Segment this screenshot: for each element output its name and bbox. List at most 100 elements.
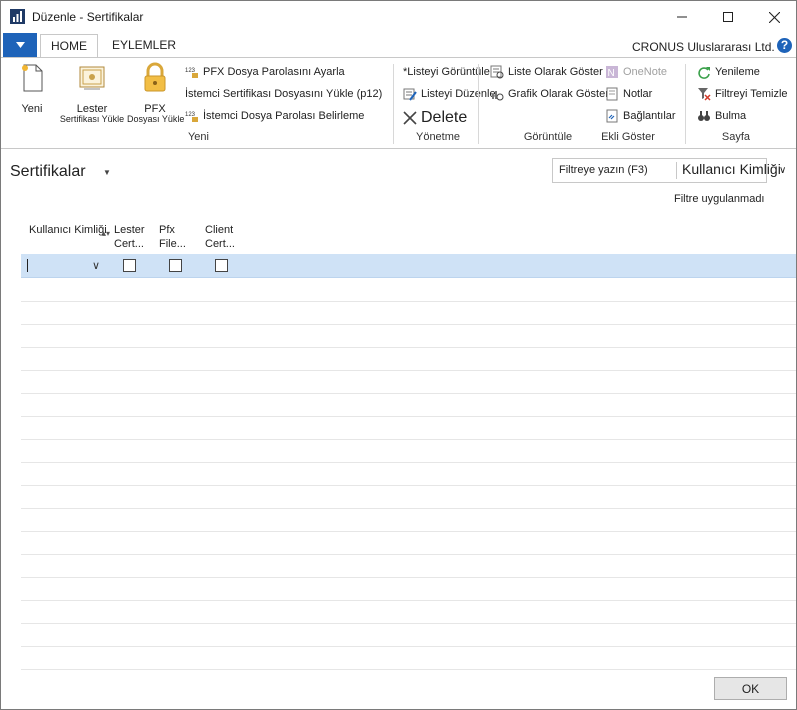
clear-filter-label: Filtreyi Temizle	[715, 88, 788, 100]
column-header-label: Client	[205, 224, 234, 236]
group-label-page: Sayfa	[721, 131, 751, 143]
empty-row	[21, 508, 796, 532]
upload-pfx-sublabel: Dosyası Yükle	[127, 114, 185, 124]
ribbon-separator	[393, 64, 394, 144]
link-icon	[606, 109, 618, 123]
notes-icon	[606, 87, 618, 101]
tab-actions[interactable]: EYLEMLER	[112, 34, 176, 57]
upload-lester-sublabel: Sertifikası Yükle	[59, 114, 125, 124]
chevron-down-icon[interactable]: ∨	[779, 165, 786, 176]
maximize-icon	[723, 12, 733, 22]
company-name[interactable]: CRONUS Uluslararası Ltd.	[632, 40, 775, 54]
empty-row	[21, 324, 796, 348]
onenote-label: OneNote	[623, 66, 668, 78]
notes-button[interactable]: Notlar	[605, 85, 652, 103]
column-header-client-cert[interactable]: Client Cert...	[205, 223, 235, 251]
pfx-file-checkbox[interactable]	[169, 259, 182, 272]
clear-filter-button[interactable]: Filtreyi Temizle	[697, 85, 788, 103]
password-icon: 123	[185, 68, 198, 78]
title-bar: Düzenle - Sertifikalar	[1, 1, 796, 33]
links-button[interactable]: Bağlantılar	[605, 107, 676, 125]
edit-list-button[interactable]: Listeyi Düzenle	[403, 85, 496, 103]
text-cursor	[27, 259, 28, 272]
show-as-chart-button[interactable]: Grafik Olarak Göster	[490, 85, 609, 103]
chevron-down-icon[interactable]: ∨	[92, 259, 100, 272]
binoculars-icon	[698, 111, 710, 121]
chart-view-icon	[492, 91, 504, 101]
empty-row	[21, 393, 796, 417]
filter-box[interactable]: Filtreye yazın (F3) Kullanıcı Kimliği	[552, 158, 781, 183]
column-header-user-id[interactable]: Kullanıcı Kimliği ▴▾	[29, 223, 110, 238]
chevron-down-icon[interactable]: ▼	[103, 168, 111, 177]
empty-row	[21, 347, 796, 371]
maximize-button[interactable]	[705, 1, 751, 33]
ok-button[interactable]: OK	[714, 677, 787, 700]
upload-pfx-button[interactable]: PFX Dosyası Yükle	[127, 62, 185, 124]
empty-row	[21, 577, 796, 601]
ribbon-separator	[478, 64, 479, 144]
minimize-button[interactable]	[659, 1, 705, 33]
empty-row	[21, 370, 796, 394]
new-button[interactable]: Yeni	[13, 62, 51, 115]
onenote-icon: N	[606, 66, 618, 79]
empty-row	[21, 301, 796, 325]
delete-label: Delete	[421, 109, 468, 126]
view-list-label: *Listeyi Görüntüle	[403, 66, 490, 78]
clear-filter-icon	[698, 88, 711, 101]
show-as-list-button[interactable]: Liste Olarak Göster	[490, 63, 603, 81]
refresh-label: Yenileme	[715, 66, 760, 78]
user-id-field[interactable]: ∨	[23, 257, 105, 273]
empty-row	[21, 439, 796, 463]
empty-row	[21, 278, 796, 302]
table-row[interactable]: ∨	[21, 254, 796, 278]
window-title: Düzenle - Sertifikalar	[32, 10, 144, 24]
ribbon: Yeni Lester Sertifikası Yükle PFX Dosyas…	[1, 57, 796, 149]
set-client-password-button[interactable]: 123 İstemci Dosya Parolası Belirleme	[185, 107, 364, 125]
onenote-button[interactable]: N OneNote	[605, 63, 667, 81]
edit-list-label: Listeyi Düzenle	[421, 88, 496, 100]
padlock-icon	[144, 62, 166, 92]
ribbon-separator	[685, 64, 686, 144]
column-header-label: File...	[159, 238, 186, 250]
links-label: Bağlantılar	[623, 110, 676, 122]
column-header-label: Pfx	[159, 224, 175, 236]
set-pfx-password-button[interactable]: 123 PFX Dosya Parolasını Ayarla	[185, 63, 345, 81]
close-icon	[768, 11, 780, 23]
empty-row	[21, 600, 796, 624]
column-header-pfx-file[interactable]: Pfx File...	[159, 223, 186, 251]
lester-cert-checkbox[interactable]	[123, 259, 136, 272]
close-button[interactable]	[751, 1, 796, 33]
client-cert-checkbox[interactable]	[215, 259, 228, 272]
sort-icon: ▴▾	[102, 229, 111, 238]
find-button[interactable]: Bulma	[697, 107, 746, 125]
column-header-lester-cert[interactable]: Lester Cert...	[114, 223, 145, 251]
empty-row	[21, 485, 796, 509]
group-label-new: Yeni	[187, 131, 209, 143]
column-header-label: Lester	[114, 224, 145, 236]
upload-client-cert-label: İstemci Sertifikası Dosyasını Yükle (p12…	[185, 88, 383, 100]
view-list-button[interactable]: *Listeyi Görüntüle	[403, 63, 490, 81]
certificate-icon	[79, 66, 105, 90]
notes-label: Notlar	[623, 88, 653, 100]
group-label-manage: Yönetme	[415, 131, 461, 143]
group-label-view: Görüntüle	[523, 131, 573, 143]
delete-button[interactable]: Delete	[403, 107, 467, 129]
help-icon[interactable]: ?	[777, 38, 792, 53]
app-menu-button[interactable]	[3, 33, 37, 57]
refresh-icon	[698, 67, 710, 79]
tab-home[interactable]: HOME	[40, 34, 98, 58]
list-view-icon	[490, 65, 504, 79]
empty-row	[21, 416, 796, 440]
password-icon: 123	[185, 112, 198, 122]
dropdown-arrow-icon	[15, 42, 25, 48]
app-logo-icon	[10, 9, 25, 24]
filter-input[interactable]: Filtreye yazın (F3)	[559, 164, 648, 176]
refresh-button[interactable]: Yenileme	[697, 63, 760, 81]
upload-client-cert-button[interactable]: İstemci Sertifikası Dosyasını Yükle (p12…	[185, 85, 382, 103]
filter-field-select[interactable]: Kullanıcı Kimliği	[682, 161, 781, 177]
edit-certificates-window: Düzenle - Sertifikalar HOME EYLEMLER CRO…	[0, 0, 797, 710]
column-header-label: Cert...	[205, 238, 235, 250]
group-label-attached: Ekli Göster	[601, 131, 655, 143]
upload-lester-cert-button[interactable]: Lester Sertifikası Yükle	[59, 62, 125, 124]
column-header-label: Cert...	[114, 238, 144, 250]
